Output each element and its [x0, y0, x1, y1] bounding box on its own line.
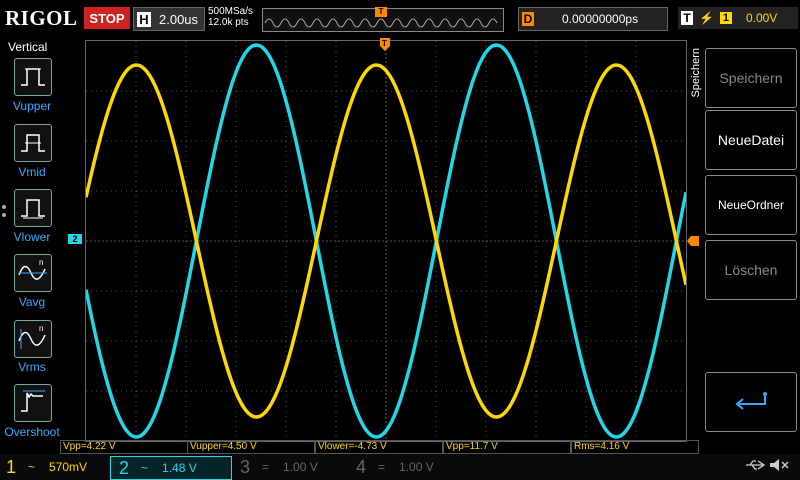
svg-text:n: n — [39, 324, 43, 333]
vlower-button[interactable] — [14, 189, 52, 227]
channel-1-coupling-icon: ~ — [28, 460, 36, 474]
channel-3-coupling-icon: = — [262, 460, 270, 474]
vrms-label: Vrms — [18, 360, 46, 374]
save-button[interactable]: Speichern — [705, 48, 797, 108]
channel-1-scale: 570mV — [49, 460, 88, 474]
delay-control[interactable]: D 0.00000000ps — [518, 7, 668, 31]
waveform-display[interactable] — [84, 40, 688, 442]
vupper-label: Vupper — [12, 99, 52, 113]
vmid-button[interactable] — [14, 124, 52, 162]
channel-3-number: 3 — [240, 456, 251, 477]
measurement-vupper: Vupper=4.50 V — [187, 440, 315, 454]
horizontal-key-label: H — [137, 11, 151, 27]
usb-icon — [744, 458, 766, 477]
channel-1-number: 1 — [6, 456, 17, 477]
vmid-icon — [21, 134, 45, 152]
overshoot-icon — [21, 390, 45, 412]
delete-button[interactable]: Löschen — [705, 240, 797, 300]
trigger-position-marker: T — [375, 7, 387, 17]
vrms-icon: n — [18, 324, 46, 349]
measurement-vpp: Vpp=11.7 V — [443, 440, 571, 454]
acquisition-info: 500MSa/s 12.0k pts — [208, 6, 253, 28]
channel-2-scale: 1.48 V — [162, 461, 197, 475]
right-menu-title: Speichern — [690, 48, 702, 98]
timebase-control[interactable]: H 2.00us — [133, 7, 205, 31]
left-menu-title: Vertical — [8, 40, 48, 54]
trigger-control[interactable]: T ⚡ 1 0.00V — [678, 7, 798, 29]
waveform-canvas — [84, 41, 688, 441]
page-dot-icon — [2, 205, 6, 209]
return-button[interactable] — [705, 372, 797, 432]
vavg-button[interactable]: n — [14, 254, 52, 292]
run-stop-button[interactable]: STOP — [84, 7, 130, 29]
trigger-level-marker[interactable] — [687, 233, 699, 251]
vlower-label: Vlower — [13, 230, 51, 244]
trigger-time-marker-label: T — [382, 39, 387, 48]
channel-4-number: 4 — [356, 456, 367, 477]
ch2-ground-marker[interactable]: 2 — [68, 234, 82, 244]
page-dot-icon — [2, 213, 6, 217]
trigger-source: 1 — [719, 12, 732, 24]
new-folder-button[interactable]: NeueOrdner — [705, 175, 797, 235]
channel-4-coupling-icon: = — [378, 460, 386, 474]
vavg-label: Vavg — [18, 295, 46, 309]
overshoot-button[interactable] — [14, 384, 52, 422]
sample-rate: 500MSa/s — [208, 6, 254, 17]
svg-text:n: n — [39, 258, 43, 267]
brand-logo: RIGOL — [5, 6, 78, 30]
return-arrow-icon — [735, 392, 767, 410]
channel-4-scale: 1.00 V — [399, 460, 434, 474]
vlower-icon — [21, 199, 45, 219]
rising-edge-icon: ⚡ — [699, 11, 714, 25]
measurement-rms: Rms=4.16 V — [571, 440, 699, 454]
vmid-label: Vmid — [18, 165, 46, 179]
channel-4-tab[interactable]: 4 = 1.00 V — [350, 456, 460, 478]
memory-overview-strip[interactable]: T — [262, 7, 504, 32]
vavg-icon: n — [18, 258, 47, 280]
measurement-vpp-ch1: Vpp=4.22 V — [60, 440, 188, 454]
trigger-level-arrow-icon — [687, 236, 699, 246]
vrms-button[interactable]: n — [14, 320, 52, 358]
trigger-key-label: T — [681, 11, 693, 25]
trigger-level: 0.00V — [745, 11, 778, 25]
speaker-muted-icon[interactable] — [768, 458, 790, 477]
new-file-button[interactable]: NeueDatei — [705, 110, 797, 170]
channel-3-tab[interactable]: 3 = 1.00 V — [234, 456, 344, 478]
channel-2-number: 2 — [119, 457, 130, 478]
channel-2-coupling-icon: ~ — [141, 461, 149, 475]
memory-depth: 12.0k pts — [208, 17, 249, 28]
delay-value: 0.00000000ps — [562, 12, 639, 26]
timebase-value: 2.00us — [159, 11, 199, 27]
channel-2-tab[interactable]: 2 ~ 1.48 V — [110, 456, 232, 480]
vupper-icon — [21, 68, 45, 86]
delay-key-label: D — [522, 12, 534, 26]
overshoot-label: Overshoot — [4, 425, 60, 439]
channel-3-scale: 1.00 V — [283, 460, 318, 474]
channel-1-tab[interactable]: 1 ~ 570mV — [0, 456, 108, 478]
measurement-vlower: Vlower=-4.73 V — [315, 440, 443, 454]
vupper-button[interactable] — [14, 58, 52, 96]
